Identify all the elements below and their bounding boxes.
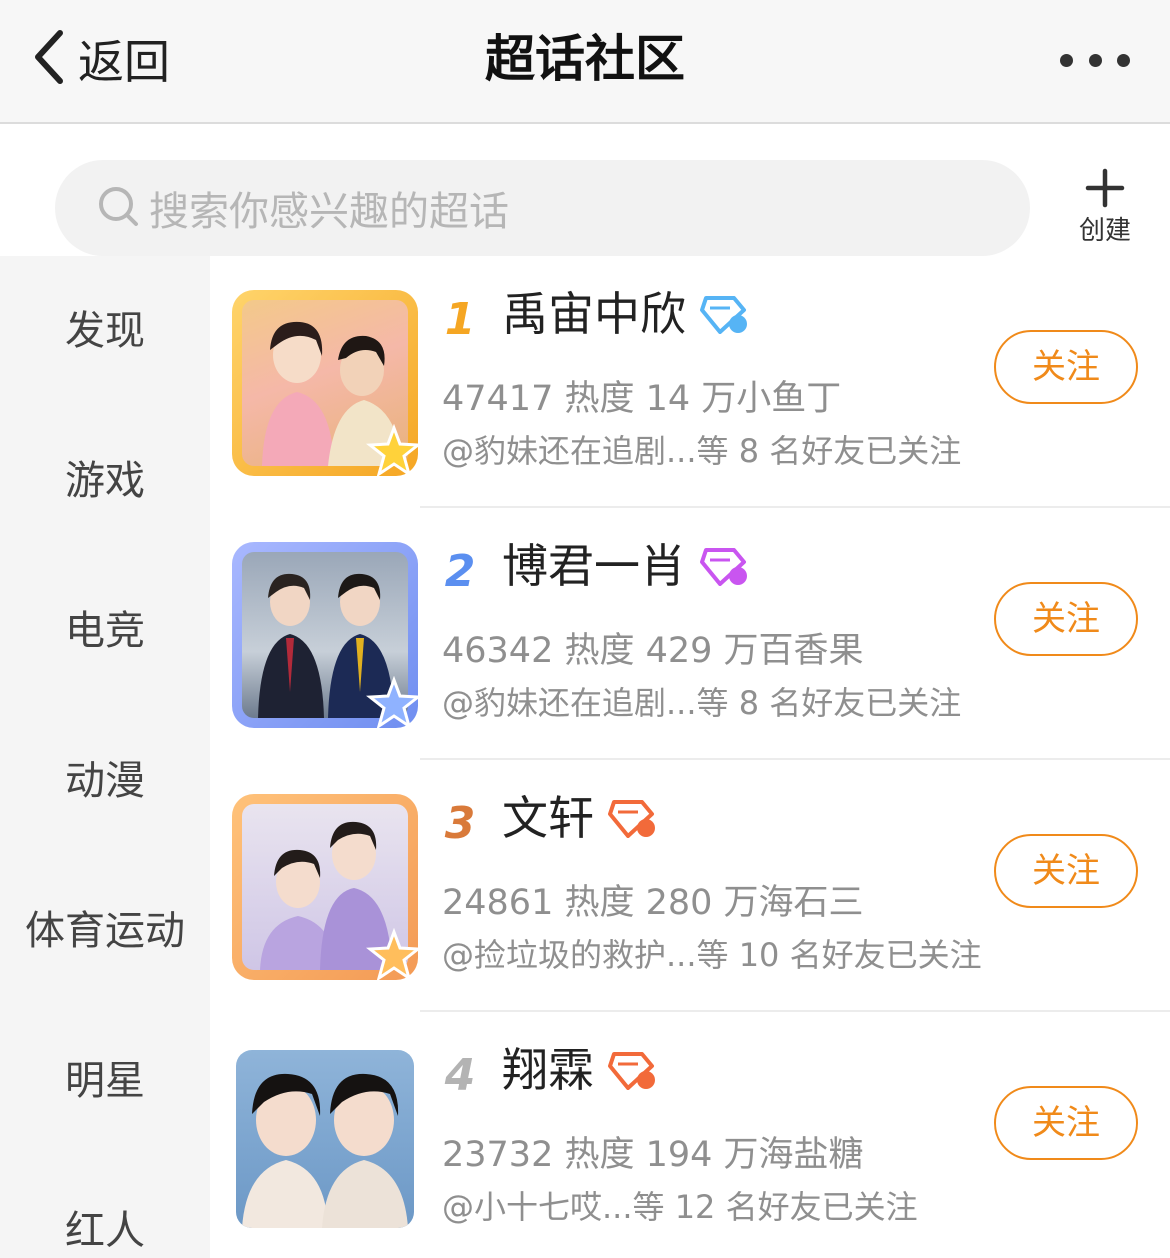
more-dot-icon bbox=[1060, 53, 1073, 67]
sidebar-item-sports[interactable]: 体育运动 bbox=[0, 906, 210, 956]
community-name[interactable]: 禹宙中欣 bbox=[502, 284, 748, 344]
star-icon bbox=[366, 424, 422, 478]
category-sidebar: 发现 游戏 电竞 动漫 体育运动 明星 红人 bbox=[0, 256, 210, 1258]
rank-number: 4 bbox=[444, 1050, 476, 1101]
follow-button[interactable]: 关注 bbox=[994, 582, 1138, 656]
diamond-level-icon bbox=[700, 295, 747, 334]
more-dot-icon bbox=[1088, 53, 1102, 67]
sidebar-item-influencers[interactable]: 红人 bbox=[0, 1206, 210, 1256]
sidebar-item-celebrities[interactable]: 明星 bbox=[0, 1056, 210, 1106]
star-icon bbox=[366, 928, 422, 982]
community-name-text: 禹宙中欣 bbox=[502, 287, 686, 341]
list-item[interactable]: 2 博君一肖 46342 热度 429 万百香果 @豹妹还在追剧...等 8 名… bbox=[210, 508, 1170, 760]
plus-icon bbox=[1070, 168, 1140, 208]
community-name[interactable]: 文轩 bbox=[502, 788, 656, 848]
nav-bar: 返回 超话社区 bbox=[0, 0, 1170, 124]
rank-number: 1 bbox=[444, 294, 476, 345]
follow-button[interactable]: 关注 bbox=[994, 834, 1138, 908]
list-item[interactable]: 1 禹宙中欣 47417 热度 14 万小鱼丁 @豹妹还在追剧...等 8 名好… bbox=[210, 256, 1170, 508]
follow-button[interactable]: 关注 bbox=[994, 1086, 1138, 1160]
diamond-level-icon bbox=[700, 547, 747, 586]
community-stats: 47417 热度 14 万小鱼丁 bbox=[442, 379, 842, 419]
create-button[interactable]: 创建 bbox=[1070, 168, 1140, 247]
sidebar-item-anime[interactable]: 动漫 bbox=[0, 756, 210, 806]
community-stats: 24861 热度 280 万海石三 bbox=[442, 883, 864, 923]
rank-number: 2 bbox=[444, 546, 476, 597]
community-stats: 23732 热度 194 万海盐糖 bbox=[442, 1135, 864, 1175]
search-placeholder: 搜索你感兴趣的超话 bbox=[149, 189, 509, 235]
search-icon bbox=[97, 185, 149, 231]
rank-number: 3 bbox=[444, 798, 476, 849]
list-item[interactable]: 4 翔霖 23732 热度 194 万海盐糖 @小十七哎...等 12 名好友已… bbox=[210, 1012, 1170, 1258]
friends-following: @豹妹还在追剧...等 8 名好友已关注 bbox=[442, 684, 962, 722]
community-avatar[interactable] bbox=[232, 542, 422, 730]
more-button[interactable] bbox=[1060, 48, 1130, 72]
sidebar-item-games[interactable]: 游戏 bbox=[0, 456, 210, 506]
friends-following: @小十七哎...等 12 名好友已关注 bbox=[442, 1188, 918, 1226]
sidebar-item-discover[interactable]: 发现 bbox=[0, 306, 210, 356]
star-icon bbox=[366, 676, 422, 730]
diamond-level-icon bbox=[608, 1051, 655, 1090]
more-dot-icon bbox=[1117, 53, 1130, 67]
friends-following: @捡垃圾的救护...等 10 名好友已关注 bbox=[442, 936, 982, 974]
community-avatar[interactable] bbox=[232, 290, 422, 478]
follow-button[interactable]: 关注 bbox=[994, 330, 1138, 404]
community-name[interactable]: 翔霖 bbox=[502, 1040, 656, 1100]
community-name-text: 博君一肖 bbox=[502, 539, 686, 593]
search-input[interactable]: 搜索你感兴趣的超话 bbox=[55, 160, 1030, 256]
community-name-text: 文轩 bbox=[502, 791, 594, 845]
diamond-level-icon bbox=[608, 799, 655, 838]
community-name-text: 翔霖 bbox=[502, 1043, 594, 1097]
community-avatar[interactable] bbox=[232, 1046, 418, 1232]
friends-following: @豹妹还在追剧...等 8 名好友已关注 bbox=[442, 432, 962, 470]
sidebar-item-esports[interactable]: 电竞 bbox=[0, 606, 210, 656]
community-stats: 46342 热度 429 万百香果 bbox=[442, 631, 864, 671]
community-avatar[interactable] bbox=[232, 794, 422, 982]
community-name[interactable]: 博君一肖 bbox=[502, 536, 748, 596]
create-label: 创建 bbox=[1078, 216, 1131, 246]
avatar-image bbox=[242, 1073, 408, 1228]
list-item[interactable]: 3 文轩 24861 热度 280 万海石三 @捡垃圾的救护...等 10 名好… bbox=[210, 760, 1170, 1012]
page-title: 超话社区 bbox=[485, 30, 685, 88]
